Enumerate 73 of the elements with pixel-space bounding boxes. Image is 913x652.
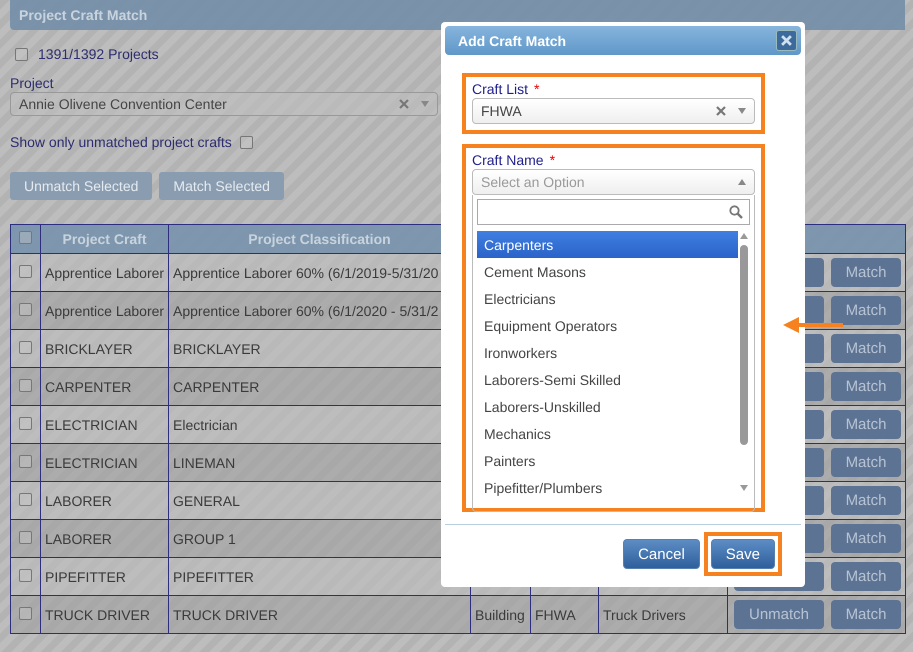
match-button[interactable]: Match: [831, 562, 901, 591]
match-button[interactable]: Match: [831, 372, 901, 401]
checkbox[interactable]: [19, 530, 32, 544]
dropdown-option[interactable]: Laborers-Semi Skilled: [477, 366, 738, 393]
caret-icon: [421, 101, 429, 107]
checkbox[interactable]: [19, 302, 32, 316]
table-cell: TRUCK DRIVER: [168, 596, 470, 634]
checkbox[interactable]: [19, 606, 32, 620]
dropdown-option[interactable]: Laborers-Unskilled: [477, 393, 738, 420]
match-button[interactable]: Match: [831, 486, 901, 515]
match-button[interactable]: Match: [831, 448, 901, 477]
dropdown-option[interactable]: Ironworkers: [477, 339, 738, 366]
column-header: Project Craft: [40, 224, 168, 254]
annotation-arrow: [783, 317, 843, 333]
close-icon[interactable]: [776, 30, 797, 51]
dropdown-option[interactable]: Painters: [477, 447, 738, 474]
scrollbar[interactable]: [738, 231, 750, 493]
field-label: Craft List: [472, 81, 528, 97]
match-button[interactable]: Match: [831, 410, 901, 439]
table-cell: LABORER: [40, 520, 168, 558]
dialog-title: Add Craft Match: [458, 32, 568, 48]
checkbox[interactable]: [19, 264, 32, 278]
clear-icon[interactable]: [716, 106, 726, 116]
table-cell: TRUCK DRIVER: [40, 596, 168, 634]
field-label: Craft Name: [472, 152, 544, 168]
match-button[interactable]: Match: [831, 258, 901, 287]
clear-icon[interactable]: [399, 99, 409, 109]
table-cell: LABORER: [40, 482, 168, 520]
cancel-button[interactable]: Cancel: [623, 539, 700, 569]
craft-name-select[interactable]: Select an Option: [472, 169, 755, 195]
checkbox[interactable]: [19, 492, 32, 506]
search-icon: [729, 205, 743, 219]
table-cell: BRICKLAYER: [40, 330, 168, 368]
caret-icon: [738, 179, 746, 185]
checkbox[interactable]: [19, 416, 32, 430]
table-cell: Truck Drivers: [598, 596, 728, 634]
unmatch-button[interactable]: Unmatch: [734, 600, 824, 629]
dropdown-option[interactable]: Electricians: [477, 285, 738, 312]
checkbox[interactable]: [240, 136, 253, 148]
table-cell: PIPEFITTER: [40, 558, 168, 596]
match-button[interactable]: Match: [831, 334, 901, 363]
match-button[interactable]: Match: [831, 600, 901, 629]
table-cell: Apprentice Laborer: [40, 254, 168, 292]
checkbox[interactable]: [15, 48, 28, 60]
search-field[interactable]: [477, 199, 750, 225]
table-cell: ELECTRICIAN: [40, 406, 168, 444]
checkbox[interactable]: [19, 568, 32, 582]
checkbox[interactable]: [19, 231, 32, 244]
dropdown-option[interactable]: Mechanics: [477, 420, 738, 447]
project-select[interactable]: Annie Olivene Convention Center: [10, 92, 438, 116]
craft-list-select[interactable]: FHWA: [472, 98, 755, 124]
table-cell: PIPEFITTER: [168, 558, 470, 596]
required-mark: *: [550, 152, 556, 168]
checkbox[interactable]: [19, 340, 32, 354]
field-label: Project: [10, 75, 54, 91]
table-cell: Building: [470, 596, 530, 634]
match-button[interactable]: Match: [831, 524, 901, 553]
dropdown-option[interactable]: Pipefitter/Plumbers: [477, 474, 738, 501]
checkbox[interactable]: [19, 454, 32, 468]
match-button[interactable]: Match: [831, 296, 901, 325]
dropdown-option[interactable]: Equipment Operators: [477, 312, 738, 339]
required-mark: *: [534, 81, 540, 97]
dropdown-option[interactable]: Cement Masons: [477, 258, 738, 285]
table-cell: CARPENTER: [40, 368, 168, 406]
checkbox-label: Show only unmatched project crafts: [10, 134, 232, 150]
checkbox-label: 1391/1392 Projects: [38, 46, 159, 62]
dropdown-option[interactable]: Carpenters: [477, 231, 738, 258]
table-cell: FHWA: [530, 596, 598, 634]
table-cell: Apprentice Laborer: [40, 292, 168, 330]
caret-icon: [738, 108, 746, 114]
table-cell: ELECTRICIAN: [40, 444, 168, 482]
checkbox[interactable]: [19, 378, 32, 392]
save-button[interactable]: Save: [710, 539, 775, 569]
